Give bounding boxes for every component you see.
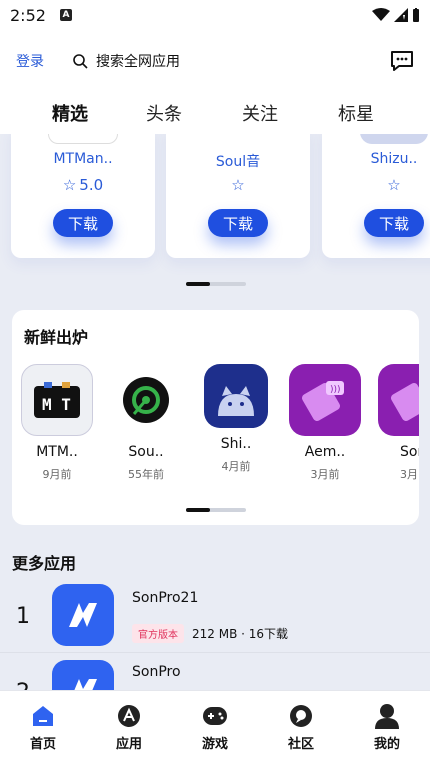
download-button[interactable]: 下载 — [53, 209, 113, 237]
notification-icon: A — [59, 9, 72, 21]
app-icon: ))) — [289, 364, 361, 436]
search-icon — [73, 54, 88, 69]
nav-label: 我的 — [373, 737, 400, 752]
user-icon — [374, 703, 400, 729]
apps-icon — [116, 703, 142, 729]
fresh-indicator — [186, 508, 246, 512]
app-time: 55年前 — [128, 468, 164, 481]
login-link[interactable]: 登录 — [16, 51, 44, 71]
status-bar: 2:52 A — [0, 0, 430, 30]
featured-card[interactable]: Soul音 ☆ 下载 — [166, 134, 310, 258]
rating: ☆ 5.0 — [11, 176, 155, 194]
app-name: Sou.. — [128, 444, 164, 460]
app-icon: M T — [21, 364, 93, 436]
rating: ☆ — [166, 176, 310, 194]
rating: ☆ — [322, 176, 430, 194]
status-time: 2:52 — [10, 5, 46, 25]
message-icon[interactable] — [390, 50, 414, 72]
featured-carousel[interactable]: MTMan.. ☆ 5.0 下载 Soul音 ☆ 下载 Shizu.. ☆ 下载 — [0, 134, 430, 284]
featured-card[interactable]: MTMan.. ☆ 5.0 下载 — [11, 134, 155, 258]
app-icon — [110, 364, 182, 436]
star-icon: ☆ — [387, 176, 401, 194]
search-placeholder: 搜索全网应用 — [96, 54, 180, 70]
nav-home[interactable]: 首页 — [0, 703, 86, 752]
nav-profile[interactable]: 我的 — [344, 703, 430, 752]
top-bar: 登录 搜索全网应用 — [0, 30, 430, 92]
featured-app-name: Soul音 — [215, 154, 261, 170]
app-size-downloads: 212 MB · 16下载 — [192, 627, 289, 641]
app-icon — [48, 134, 118, 144]
download-button[interactable]: 下载 — [364, 209, 424, 237]
tab-headlines[interactable]: 头条 — [116, 100, 212, 126]
app-name: MTM.. — [36, 444, 78, 460]
app-tile[interactable]: Sou.. 55年前 — [110, 364, 182, 482]
app-tile[interactable]: Sor 3月 — [378, 364, 419, 482]
app-tile[interactable]: M T MTM.. 9月前 — [21, 364, 93, 482]
app-name: Shi.. — [220, 436, 252, 452]
fresh-apps-section: 新鲜出炉 M T MTM.. 9月前 Sou.. 55年前 Shi.. 4月前 … — [12, 310, 419, 525]
section-title: 新鲜出炉 — [24, 328, 89, 347]
app-name: SonPro — [132, 664, 181, 680]
chat-icon — [288, 703, 314, 729]
app-name: SonPro21 — [132, 590, 199, 606]
app-time: 9月前 — [42, 468, 72, 481]
nav-games[interactable]: 游戏 — [172, 703, 258, 752]
gamepad-icon — [202, 703, 228, 729]
nav-label: 首页 — [29, 737, 56, 752]
search-box[interactable]: 搜索全网应用 — [72, 51, 180, 71]
svg-text:M T: M T — [42, 395, 71, 414]
app-tile[interactable]: Shi.. 4月前 — [200, 364, 272, 474]
app-tile[interactable]: ))) Aem.. 3月前 — [289, 364, 361, 482]
official-badge: 官方版本 — [132, 624, 184, 643]
tab-featured[interactable]: 精选 — [22, 100, 118, 126]
app-name: Sor — [400, 444, 419, 460]
app-icon — [52, 584, 114, 646]
app-icon — [378, 364, 419, 436]
section-title: 更多应用 — [12, 554, 77, 573]
featured-app-name: Shizu.. — [370, 151, 418, 167]
app-icon — [204, 364, 268, 428]
tab-starred[interactable]: 标星 — [308, 100, 404, 126]
featured-card[interactable]: Shizu.. ☆ 下载 — [322, 134, 430, 258]
featured-app-name: MTMan.. — [53, 151, 113, 167]
nav-label: 应用 — [115, 737, 142, 752]
tab-bar: 精选 头条 关注 标星 — [0, 92, 430, 134]
nav-apps[interactable]: 应用 — [86, 703, 172, 752]
wifi-icon — [372, 8, 390, 21]
signal-icon — [394, 8, 408, 22]
bottom-navigation: 首页 应用 游戏 社区 我的 — [0, 690, 430, 764]
app-name: Aem.. — [304, 444, 346, 460]
star-icon: ☆ — [62, 176, 77, 194]
rating-value: 5.0 — [79, 176, 104, 194]
app-meta: 官方版本 212 MB · 16下载 — [132, 624, 288, 643]
list-item[interactable]: 1 SonPro21 官方版本 212 MB · 16下载 — [0, 582, 430, 658]
nav-label: 游戏 — [201, 737, 228, 752]
carousel-indicator — [186, 282, 246, 286]
app-icon — [360, 134, 428, 144]
download-button[interactable]: 下载 — [208, 209, 268, 237]
nav-label: 社区 — [287, 737, 314, 752]
home-icon — [30, 703, 56, 729]
app-time: 3月 — [400, 468, 418, 481]
tab-following[interactable]: 关注 — [212, 100, 308, 126]
status-icons — [372, 8, 420, 22]
star-icon: ☆ — [231, 176, 245, 194]
divider — [0, 652, 430, 653]
battery-icon — [413, 8, 419, 22]
rank-number: 1 — [16, 604, 30, 629]
app-time: 4月前 — [221, 460, 251, 473]
app-time: 3月前 — [310, 468, 340, 481]
svg-text:))): ))) — [330, 385, 341, 395]
nav-community[interactable]: 社区 — [258, 703, 344, 752]
